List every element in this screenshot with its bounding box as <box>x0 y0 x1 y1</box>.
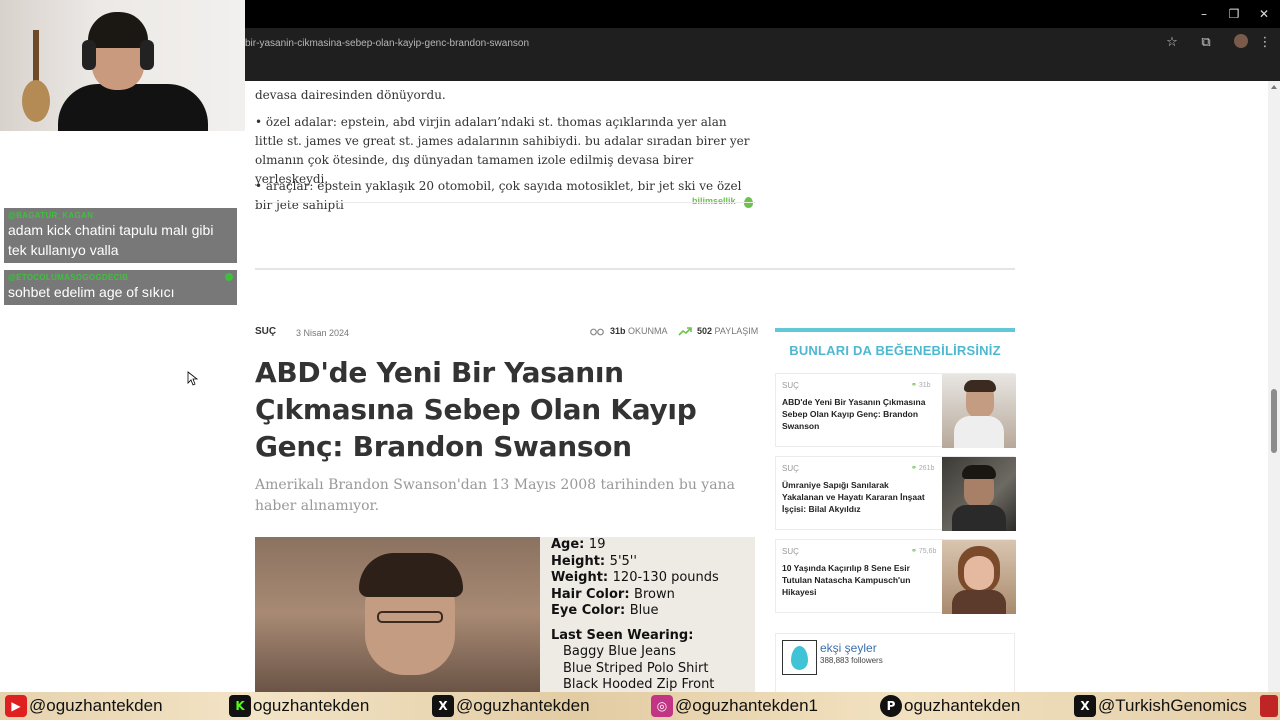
glasses-icon <box>590 328 604 336</box>
url-text: bir-yasanin-cikmasina-sebep-olan-kayip-g… <box>245 38 530 49</box>
sidebar-title: BUNLARI DA BEĞENEBİLİRSİNİZ <box>789 343 1001 358</box>
card-title[interactable]: ABD'de Yeni Bir Yasanın Çıkmasına Sebep … <box>782 396 932 432</box>
kick-icon: K <box>229 695 251 717</box>
card-title[interactable]: 10 Yaşında Kaçırılıp 8 Sene Esir Tutulan… <box>782 562 932 598</box>
youtube-icon: ▶ <box>5 695 27 717</box>
chat-message: @ETOCOLUMASOGOGDECIB sohbet edelim age o… <box>4 270 237 305</box>
divider <box>255 202 755 203</box>
card-thumbnail[interactable] <box>942 457 1016 531</box>
social-x: X @oguzhantekden <box>432 695 602 717</box>
card-category: SUÇ <box>782 547 799 556</box>
close-icon[interactable]: ✕ <box>1256 6 1272 22</box>
left-pane: @BAGATUR_KAGAN adam kick chatini tapulu … <box>0 131 245 692</box>
trending-icon <box>678 327 692 336</box>
social-youtube: ▶ @oguzhantekden <box>5 695 175 717</box>
glasses-icon: ⚭ <box>911 548 917 555</box>
card-read-count: ⚭ 31b <box>911 382 931 389</box>
missing-poster-info: Age: 19 Height: 5'5'' Weight: 120-130 po… <box>551 537 719 692</box>
article-page: devasa dairesinden dönüyordu. • özel ada… <box>245 81 1280 692</box>
chat-username: @ETOCOLUMASOGOGDECIB <box>8 273 129 282</box>
social-instagram: ◎ @oguzhantekden1 <box>651 695 831 717</box>
chat-username: @BAGATUR_KAGAN <box>8 211 94 220</box>
facebook-page-widget[interactable]: ekşi şeyler 388,883 followers <box>775 633 1015 692</box>
star-icon[interactable]: ☆ <box>1163 34 1181 52</box>
address-bar[interactable]: bir-yasanin-cikmasina-sebep-olan-kayip-g… <box>245 31 1255 57</box>
extensions-icon[interactable]: ⧉ <box>1197 34 1215 52</box>
previous-article-bullet: • araçlar: epstein yaklaşık 20 otomobil,… <box>255 179 742 212</box>
page-scrollbar[interactable] <box>1268 81 1280 692</box>
ekşi-logo[interactable] <box>782 640 817 675</box>
restore-icon[interactable]: ❐ <box>1226 6 1242 22</box>
card-thumbnail[interactable] <box>942 540 1016 614</box>
dna-icon <box>1260 695 1278 717</box>
social-bar: ▶ @oguzhantekden K oguzhantekden X @oguz… <box>0 692 1280 720</box>
follower-count: 388,883 followers <box>820 656 883 665</box>
card-title[interactable]: Ümraniye Sapığı Sanılarak Yakalanan ve H… <box>782 479 932 515</box>
drop-icon <box>791 646 808 670</box>
webcam-overlay <box>0 0 245 131</box>
guitar <box>33 30 39 85</box>
scroll-thumb[interactable] <box>1271 389 1277 453</box>
card-read-count: ⚭ 261b <box>911 465 935 472</box>
article-summary: Amerikalı Brandon Swanson'dan 13 Mayıs 2… <box>255 477 735 514</box>
card-thumbnail[interactable] <box>942 374 1016 448</box>
instagram-icon: ◎ <box>651 695 673 717</box>
read-count: 31b OKUNMA <box>610 326 668 336</box>
patreon-icon: P <box>880 695 902 717</box>
social-kick: K oguzhantekden <box>229 695 379 717</box>
recommended-card[interactable]: SUÇ ⚭ 31b ABD'de Yeni Bir Yasanın Çıkmas… <box>775 373 1016 448</box>
recommended-card[interactable]: SUÇ ⚭ 75,6b 10 Yaşında Kaçırılıp 8 Sene … <box>775 539 1016 614</box>
mouse-cursor-icon <box>187 371 199 386</box>
page-name[interactable]: ekşi şeyler <box>820 641 877 655</box>
missing-person-photo <box>255 537 540 692</box>
article-title: ABD'de Yeni Bir Yasanın Çıkmasına Sebep … <box>255 356 697 463</box>
menu-icon[interactable]: ⋮ <box>1256 34 1274 52</box>
social-x-genomics: X @TurkishGenomics <box>1074 695 1259 717</box>
source-tag[interactable]: bilimsellik <box>692 196 736 206</box>
streamer <box>58 84 208 131</box>
chat-badge-icon <box>225 273 233 281</box>
recommended-card[interactable]: SUÇ ⚭ 261b Ümraniye Sapığı Sanılarak Yak… <box>775 456 1016 531</box>
article-category[interactable]: SUÇ <box>255 326 276 337</box>
x-icon: X <box>432 695 454 717</box>
article-hero-image: Age: 19 Height: 5'5'' Weight: 120-130 po… <box>255 537 755 692</box>
social-patreon: P oguzhantekden <box>880 695 1030 717</box>
card-category: SUÇ <box>782 464 799 473</box>
article-date: 3 Nisan 2024 <box>296 328 350 338</box>
share-count: 502 PAYLAŞIM <box>697 326 759 336</box>
chat-text: adam kick chatini tapulu malı gibi tek k… <box>8 222 214 258</box>
card-category: SUÇ <box>782 381 799 390</box>
sidebar-accent-bar <box>775 328 1015 332</box>
previous-article-text: devasa dairesinden dönüyordu. <box>255 88 446 102</box>
glasses-icon: ⚭ <box>911 382 917 389</box>
headphones <box>82 40 96 70</box>
profile-avatar[interactable] <box>1234 34 1248 48</box>
card-read-count: ⚭ 75,6b <box>911 548 937 555</box>
scroll-up-icon[interactable] <box>1271 85 1277 89</box>
chat-text: sohbet edelim age of sıkıcı <box>8 284 175 300</box>
minimize-icon[interactable]: – <box>1196 6 1212 22</box>
chat-message: @BAGATUR_KAGAN adam kick chatini tapulu … <box>4 208 237 263</box>
article-separator <box>255 268 1015 270</box>
glasses-icon: ⚭ <box>911 465 917 472</box>
x-icon: X <box>1074 695 1096 717</box>
